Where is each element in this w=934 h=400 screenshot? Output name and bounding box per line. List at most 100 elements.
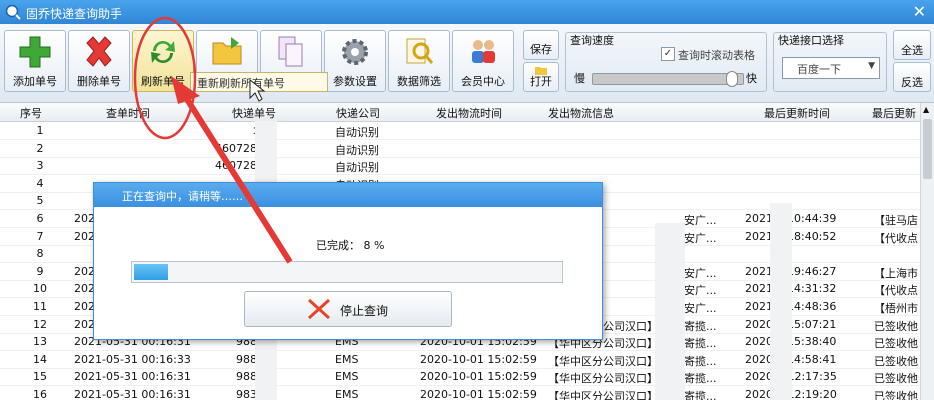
col-header-last-update[interactable]: 最后更新 (872, 105, 916, 121)
table-cell-no: 9 (36, 264, 44, 278)
table-cell-no: 1 (36, 124, 44, 137)
search-document-icon (406, 38, 434, 64)
table-cell-lupd: 已签收他 (874, 319, 918, 333)
gear-icon (342, 39, 368, 65)
api-select-dropdown[interactable]: 百度一下 ▼ (782, 57, 880, 79)
table-cell-stime: 2020-10-01 15:02:59 (420, 388, 537, 400)
window-title: 固乔快递查询助手 (26, 7, 123, 21)
table-cell-ltime: 2021 8 14:48:36 (745, 300, 837, 313)
table-cell-no: 3 (36, 159, 44, 173)
app-icon (5, 4, 21, 20)
table-cell-no: 7 (36, 229, 44, 243)
delete-number-button[interactable]: 删除单号 (68, 30, 130, 92)
title-bar: 固乔快递查询助手 ✕ (0, 0, 934, 24)
member-center-button[interactable]: 会员中心 (452, 30, 514, 92)
scrollbar-thumb[interactable] (923, 119, 932, 179)
open-button[interactable]: 打开 (523, 62, 559, 92)
progress-bar-fill (134, 264, 169, 280)
table-cell-no: 15 (33, 370, 47, 384)
api-select-value: 百度一下 (797, 63, 841, 76)
close-button[interactable]: ✕ (913, 2, 926, 21)
save-button[interactable]: 保存 (523, 30, 559, 60)
table-cell-ltime: 2021 1 18:40:52 (745, 229, 837, 243)
table-cell-qtime: 2021-05-31 00:16:31 (74, 388, 191, 400)
folder-icon (212, 37, 242, 65)
table-cell-sinfo2: 安广... (684, 302, 717, 315)
scroll-table-checkbox[interactable]: ✓ (661, 47, 675, 61)
refresh-tooltip: 重新刷新所有单号 (190, 72, 328, 92)
speed-slow-label: 慢 (574, 72, 585, 85)
col-header-number[interactable]: 快递单号 (232, 105, 276, 121)
table-cell-company: EMS (335, 388, 359, 400)
col-header-query-time[interactable]: 查单时间 (106, 105, 150, 121)
table-cell-sinfo2: 安广... (684, 266, 717, 280)
table-cell-company: 自动识别 (335, 143, 379, 157)
table-header: 序号 查单时间 快递单号 快递公司 发出物流时间 发出物流信息 最后更新时间 最… (0, 103, 920, 122)
table-cell-ltime: 2021 1 19:46:27 (745, 264, 837, 278)
add-number-button[interactable]: 添加单号 (4, 30, 66, 92)
scroll-table-label: 查询时滚动表格 (678, 49, 755, 62)
table-cell-no: 10 (33, 282, 47, 296)
refresh-number-label: 刷新单号 (141, 75, 185, 88)
table-cell-lupd: 已签收他 (874, 354, 918, 368)
invert-selection-label: 反选 (901, 76, 923, 89)
refresh-icon (151, 41, 175, 64)
table-cell-sinfo: 【华中区分公司汉口】 (548, 390, 654, 400)
table-cell-sinfo2: 安广... (684, 214, 717, 227)
table-cell-ltime: 2020 3 15:07:21 (745, 317, 837, 331)
table-cell-stime: 2020-10-01 15:02:59 (420, 352, 537, 366)
col-header-send-info[interactable]: 发出物流信息 (548, 105, 614, 121)
stop-query-button[interactable]: 停止查询 (244, 291, 452, 327)
col-header-last-time[interactable]: 最后更新时间 (764, 105, 830, 121)
col-header-no[interactable]: 序号 (20, 105, 42, 121)
data-filter-label: 数据筛选 (397, 75, 441, 88)
refresh-number-button[interactable]: 刷新单号 (132, 30, 194, 92)
api-select-group: 快递接口选择 百度一下 ▼ (773, 32, 887, 92)
stop-query-label: 停止查询 (340, 304, 389, 318)
delete-x-icon (86, 36, 112, 67)
table-cell-sinfo: 【华中区分公司汉口】 (548, 354, 654, 368)
table-cell-sinfo2: 寄揽... (684, 319, 717, 333)
col-header-send-time[interactable]: 发出物流时间 (436, 105, 502, 121)
data-filter-button[interactable]: 数据筛选 (388, 30, 450, 92)
speed-fast-label: 快 (746, 72, 757, 85)
select-all-button[interactable]: 全选 (893, 30, 931, 60)
chevron-down-icon: ▼ (868, 61, 875, 71)
scroll-up-icon[interactable]: ▲ (923, 105, 929, 114)
add-number-label: 添加单号 (13, 75, 57, 88)
params-settings-label: 参数设置 (333, 75, 377, 88)
speed-slider[interactable] (592, 71, 744, 87)
toolbar: 添加单号 删除单号 刷新单号 参数设置 数据筛选 会员中心 保存 打开 查询速度… (0, 24, 934, 103)
api-select-title: 快递接口选择 (778, 34, 844, 47)
table-cell-sinfo2: 安广... (684, 284, 717, 298)
table-cell-lupd: 【代收点 (874, 231, 918, 245)
table-cell-sinfo2: 寄揽... (684, 372, 717, 386)
plus-icon (19, 36, 51, 68)
table-cell-ltime: 2021 3 14:31:32 (745, 282, 837, 296)
table-cell-ltime: 2020 5 14:58:41 (745, 352, 837, 366)
table-cell-no: 11 (33, 300, 47, 313)
table-cell-company: EMS (335, 370, 359, 384)
table-cell-company: 自动识别 (335, 161, 379, 175)
query-progress-dialog: 正在查询中，请稍等…… 已完成： 8 % 停止查询 (93, 182, 603, 340)
members-icon (472, 40, 495, 63)
speed-slider-thumb[interactable] (726, 71, 738, 87)
table-cell-qtime: 2021-05-31 00:16:33 (74, 352, 191, 366)
refresh-tooltip-text: 重新刷新所有单号 (197, 77, 285, 90)
table-row[interactable]: 3 4607286 自动识别 (0, 157, 920, 176)
table-cell-lupd: 【驻马店 (874, 214, 918, 227)
table-cell-no: 14 (33, 352, 47, 366)
query-speed-group: 查询速度 ✓ 查询时滚动表格 慢 快 (565, 32, 767, 92)
col-header-company[interactable]: 快递公司 (336, 105, 380, 121)
table-cell-company: 自动识别 (335, 126, 379, 139)
table-cell-sinfo2: 寄揽... (684, 337, 717, 351)
table-row[interactable]: 1不自动识别 (0, 122, 920, 140)
dialog-title: 正在查询中，请稍等…… (122, 190, 243, 203)
invert-selection-button[interactable]: 反选 (893, 62, 931, 92)
table-vertical-scrollbar[interactable]: ▲ (920, 103, 934, 400)
table-row[interactable]: 2 4607286 自动识别 (0, 140, 920, 158)
params-settings-button[interactable]: 参数设置 (324, 30, 386, 92)
table-cell-lupd: 【上海市 (874, 266, 918, 280)
stop-x-icon (307, 298, 331, 320)
table-cell-no: 6 (36, 212, 44, 225)
